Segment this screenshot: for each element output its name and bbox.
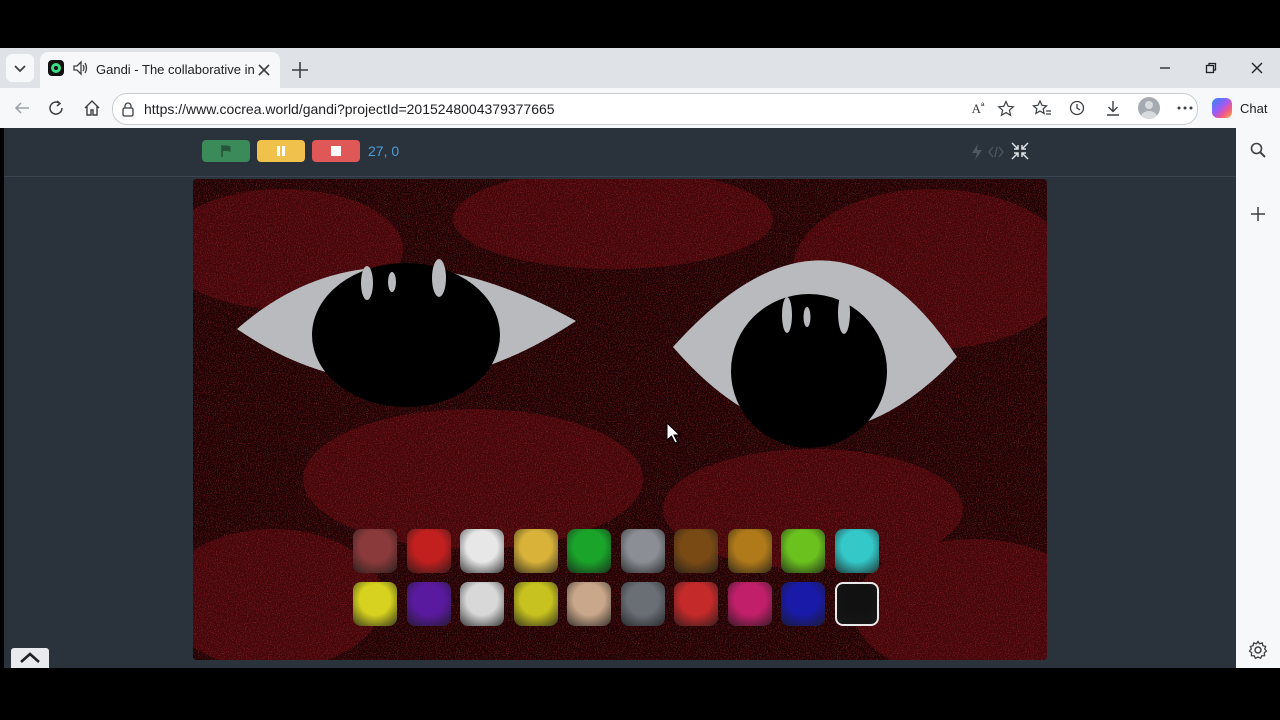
url-text[interactable]: https://www.cocrea.world/gandi?projectId… xyxy=(144,101,555,117)
search-icon[interactable] xyxy=(1244,136,1272,164)
player-controls-bar: 27, 0 xyxy=(4,128,1236,177)
character-20-thumbnail[interactable] xyxy=(834,582,879,626)
read-aloud-icon[interactable]: Aª xyxy=(967,98,989,120)
character-7-thumbnail[interactable] xyxy=(674,529,718,573)
green-flag-button[interactable] xyxy=(202,140,250,162)
character-12-thumbnail[interactable] xyxy=(406,582,451,626)
character-19-thumbnail[interactable] xyxy=(781,582,825,626)
character-14-thumbnail[interactable] xyxy=(513,582,558,626)
character-13-thumbnail[interactable] xyxy=(460,582,504,626)
favorite-star-icon[interactable] xyxy=(995,98,1017,120)
speaker-icon[interactable] xyxy=(71,59,89,77)
character-8-thumbnail[interactable] xyxy=(727,529,772,573)
stop-button[interactable] xyxy=(312,140,360,162)
mouse-coordinates: 27, 0 xyxy=(368,143,400,159)
new-tab-button[interactable] xyxy=(286,56,314,84)
character-16-thumbnail[interactable] xyxy=(620,582,665,626)
site-favicon-icon xyxy=(48,60,64,76)
browser-sidebar xyxy=(1236,128,1280,668)
copilot-chat-button[interactable]: Chat xyxy=(1206,93,1276,123)
tab-title: Gandi - The collaborative in-browser xyxy=(96,62,254,77)
turbo-lightning-icon[interactable] xyxy=(968,142,986,162)
history-icon[interactable] xyxy=(1063,94,1091,122)
minimize-button[interactable] xyxy=(1150,56,1180,80)
back-arrow-icon[interactable] xyxy=(8,94,36,122)
bottom-letterbox xyxy=(0,668,1280,720)
gandi-player-page: 27, 0 xyxy=(4,128,1236,668)
stop-icon xyxy=(331,146,341,156)
tab-close-icon[interactable] xyxy=(254,60,274,80)
chevron-up-icon xyxy=(20,652,40,663)
browser-toolbar: https://www.cocrea.world/gandi?projectId… xyxy=(0,88,1280,128)
downloads-icon[interactable] xyxy=(1099,94,1127,122)
more-options-icon[interactable] xyxy=(1171,94,1199,122)
character-17-thumbnail[interactable] xyxy=(674,582,718,626)
profile-avatar-icon[interactable] xyxy=(1135,94,1163,122)
add-sidebar-app-icon[interactable] xyxy=(1244,200,1272,228)
character-10-thumbnail[interactable] xyxy=(834,529,879,573)
copilot-icon xyxy=(1212,98,1232,118)
close-window-button[interactable] xyxy=(1242,56,1272,80)
chat-label: Chat xyxy=(1240,101,1268,116)
character-5-thumbnail[interactable] xyxy=(567,529,611,573)
flag-icon xyxy=(221,145,231,157)
exit-fullscreen-icon[interactable] xyxy=(1010,140,1030,162)
character-2-thumbnail[interactable] xyxy=(406,529,451,573)
lock-icon[interactable] xyxy=(119,100,137,118)
refresh-icon[interactable] xyxy=(42,94,70,122)
character-18-thumbnail[interactable] xyxy=(727,582,772,626)
character-selector xyxy=(193,179,1047,660)
plus-icon xyxy=(292,62,308,78)
tab-list-chevron-icon[interactable] xyxy=(6,54,34,82)
character-11-thumbnail[interactable] xyxy=(353,582,397,626)
pause-button[interactable] xyxy=(257,140,305,162)
character-6-thumbnail[interactable] xyxy=(620,529,665,573)
expand-panel-button[interactable] xyxy=(11,648,49,668)
home-icon[interactable] xyxy=(78,94,106,122)
character-4-thumbnail[interactable] xyxy=(513,529,558,573)
settings-gear-icon[interactable] xyxy=(1244,636,1272,664)
character-1-thumbnail[interactable] xyxy=(353,529,397,573)
pause-icon xyxy=(277,146,285,156)
character-3-thumbnail[interactable] xyxy=(460,529,504,573)
restore-button[interactable] xyxy=(1196,56,1226,80)
favorites-icon[interactable] xyxy=(1028,94,1056,122)
code-brackets-icon[interactable] xyxy=(986,142,1006,162)
tab-gandi[interactable]: Gandi - The collaborative in-browser xyxy=(40,52,280,88)
character-15-thumbnail[interactable] xyxy=(567,582,611,626)
character-9-thumbnail[interactable] xyxy=(781,529,825,573)
project-stage[interactable] xyxy=(193,179,1047,660)
